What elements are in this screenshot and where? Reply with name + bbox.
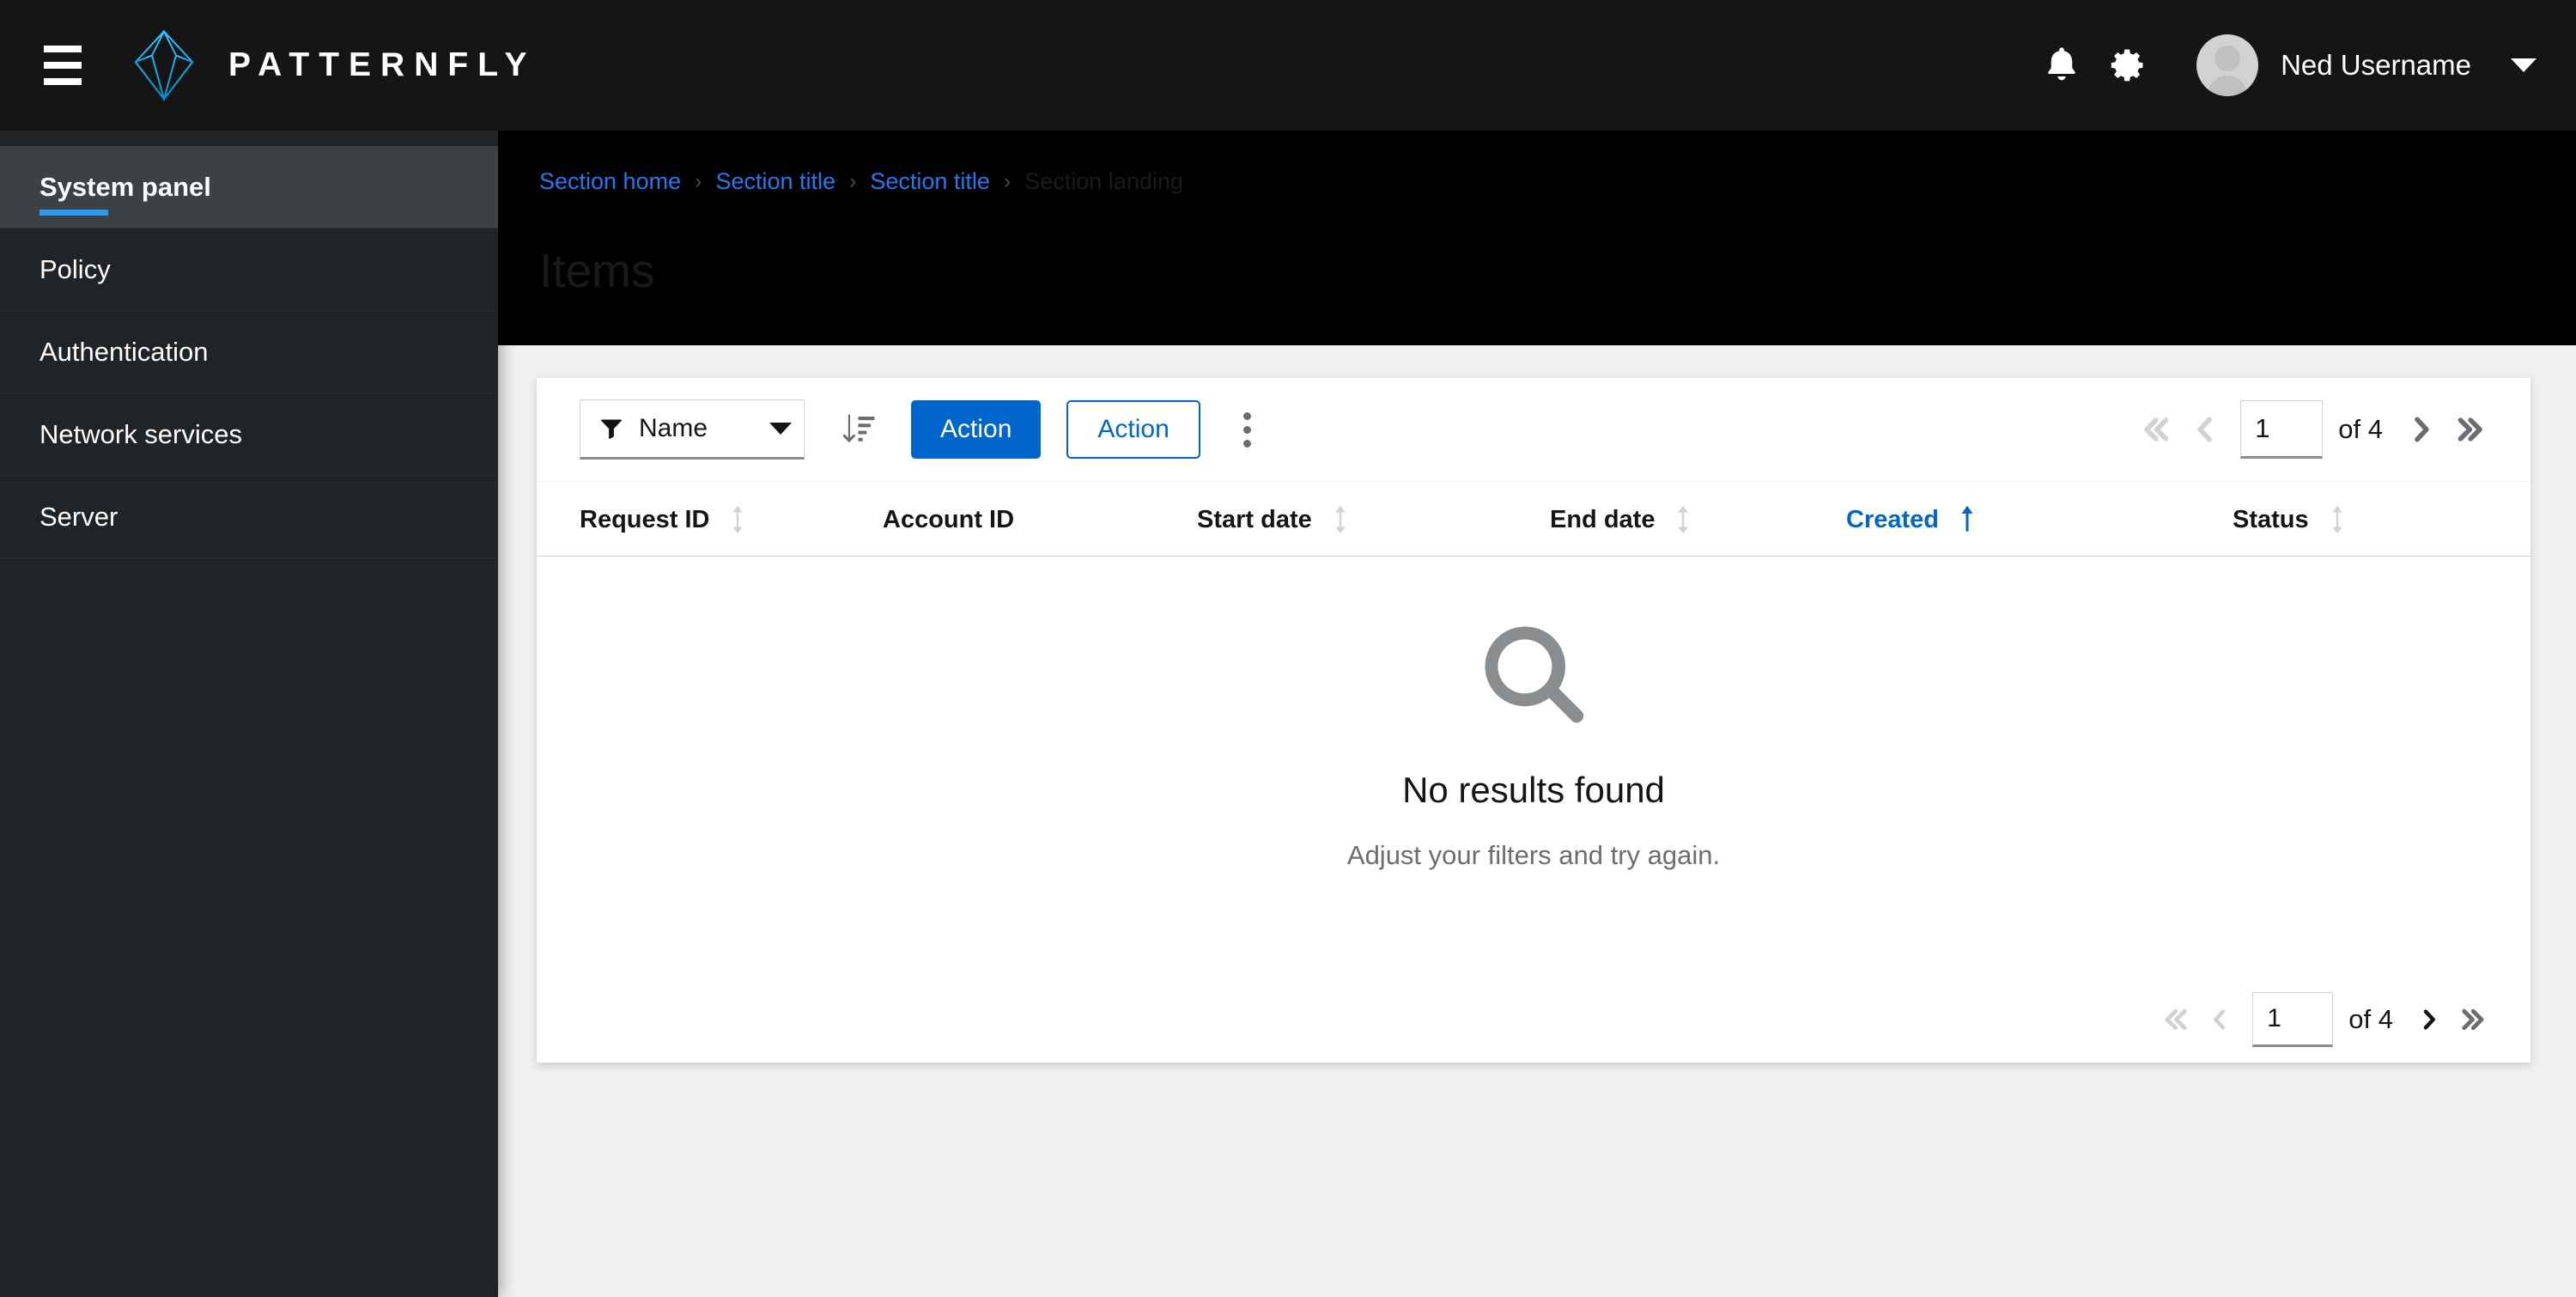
caret-down-icon[interactable] (2511, 58, 2537, 72)
bell-icon[interactable] (2028, 32, 2095, 99)
sidebar-item-label: Server (39, 501, 118, 532)
sort-indicator-icon (1674, 505, 1692, 534)
secondary-action-button[interactable]: Action (1066, 400, 1200, 459)
column-header-status[interactable]: Status (2233, 482, 2347, 557)
masthead: PATTERNFLY Ned Username (0, 0, 2576, 131)
sidebar-item-label: System panel (39, 171, 211, 202)
sidebar-top-spacer (0, 131, 498, 146)
sort-indicator-icon (2328, 505, 2347, 534)
kebab-menu-icon[interactable] (1224, 404, 1271, 455)
username-label: Ned Username (2281, 49, 2471, 81)
column-header-label: Start date (1197, 505, 1312, 533)
hamburger-bar (44, 62, 82, 69)
sidebar-item-system-panel[interactable]: System panel (0, 146, 498, 228)
column-header-end-date[interactable]: End date (1550, 482, 1692, 557)
sidebar-item-label: Network services (39, 418, 242, 449)
breadcrumb-item-section-home[interactable]: Section home (539, 168, 681, 195)
sort-indicator-icon (1331, 505, 1350, 534)
filter-dropdown-label: Name (639, 414, 708, 442)
empty-state-body: Adjust your filters and try again. (1346, 840, 1721, 870)
column-header-label: End date (1550, 505, 1656, 533)
sort-ascending-icon (1958, 505, 1977, 534)
page-title: Items (539, 244, 655, 297)
patternfly-logo-icon (134, 29, 194, 101)
primary-action-button[interactable]: Action (911, 400, 1042, 459)
column-header-label: Created (1846, 505, 1939, 533)
sidebar-navigation: System panel Policy Authentication Netwo… (0, 131, 498, 1297)
breadcrumb-item-current: Section landing (1024, 168, 1183, 194)
table-header-row: Request ID Account ID Start date End dat… (537, 481, 2530, 557)
pagination-total-label: of 4 (2338, 414, 2383, 444)
table-toolbar: Name Action Action 1 of 4 (537, 378, 2530, 481)
avatar[interactable] (2196, 34, 2259, 96)
column-header-account-id[interactable]: Account ID (883, 482, 1014, 557)
pagination-last-button[interactable] (2446, 405, 2496, 454)
empty-state: No results found Adjust your filters and… (537, 557, 2530, 871)
sidebar-item-policy[interactable]: Policy (0, 228, 498, 311)
sidebar-item-server[interactable]: Server (0, 476, 498, 558)
sidebar-item-network-services[interactable]: Network services (0, 393, 498, 476)
search-icon (1485, 626, 1584, 723)
pagination-page-input[interactable] (2252, 992, 2334, 1047)
breadcrumb-separator-icon: › (849, 169, 857, 193)
brand-name: PATTERNFLY (228, 46, 537, 83)
empty-state-title: No results found (1402, 770, 1665, 810)
gear-icon[interactable] (2095, 32, 2162, 99)
sidebar-item-label: Policy (39, 253, 111, 284)
pagination-previous-button[interactable] (2197, 997, 2242, 1042)
filter-dropdown[interactable]: Name (580, 399, 805, 460)
column-header-start-date[interactable]: Start date (1197, 482, 1350, 557)
pagination-bottom: of 4 (2153, 992, 2496, 1047)
column-header-created[interactable]: Created (1846, 482, 1977, 557)
hamburger-bar (44, 78, 82, 85)
pagination-last-button[interactable] (2451, 997, 2496, 1042)
column-header-request-id[interactable]: Request ID (580, 482, 747, 557)
filter-icon (601, 419, 622, 439)
column-header-label: Status (2233, 505, 2309, 533)
pagination-page-input[interactable] (2240, 400, 2324, 459)
breadcrumb: Section home › Section title › Section t… (539, 168, 2576, 195)
sidebar-item-label: Authentication (39, 336, 209, 367)
breadcrumb-item-section-title-1[interactable]: Section title (715, 168, 835, 195)
page-header: Section home › Section title › Section t… (498, 131, 2576, 345)
pagination-top: of 4 (2130, 400, 2496, 459)
brand[interactable]: PATTERNFLY (131, 29, 536, 101)
global-nav-toggle-icon[interactable] (36, 39, 89, 92)
application-root: PATTERNFLY Ned Username System panel Pol… (0, 0, 2576, 1297)
pagination-next-button[interactable] (2407, 997, 2451, 1042)
sort-amount-down-icon[interactable] (834, 405, 882, 454)
breadcrumb-separator-icon: › (1003, 169, 1012, 193)
sidebar-item-authentication[interactable]: Authentication (0, 311, 498, 393)
breadcrumb-item-section-title-2[interactable]: Section title (870, 168, 990, 195)
sort-indicator-icon (728, 505, 747, 534)
pagination-first-button[interactable] (2153, 997, 2197, 1042)
kebab-dot (1243, 439, 1252, 448)
pagination-first-button[interactable] (2130, 405, 2180, 454)
column-header-label: Request ID (580, 505, 710, 533)
hamburger-bar (44, 46, 82, 52)
column-header-label: Account ID (883, 505, 1015, 533)
kebab-dot (1243, 411, 1252, 420)
pagination-total-label: of 4 (2348, 1004, 2393, 1034)
pagination-next-button[interactable] (2397, 405, 2446, 454)
pagination-previous-button[interactable] (2180, 405, 2230, 454)
caret-down-icon (769, 423, 792, 435)
content-card: Name Action Action 1 of 4 Request ID Acc… (537, 378, 2530, 1063)
breadcrumb-separator-icon: › (695, 169, 702, 193)
masthead-toolbar: Ned Username (2028, 32, 2576, 99)
kebab-dot (1243, 425, 1252, 434)
